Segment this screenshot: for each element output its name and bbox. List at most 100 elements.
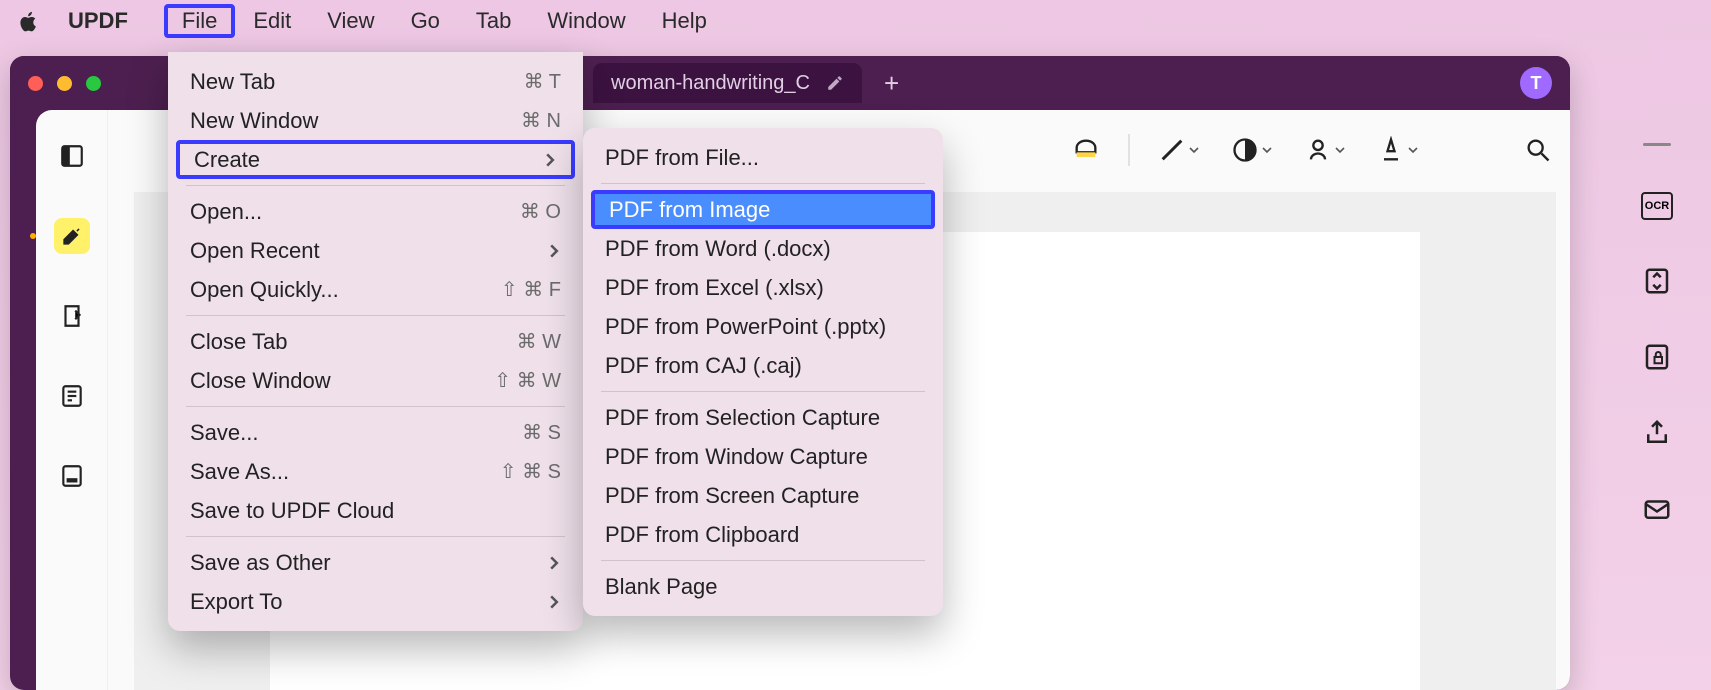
create-submenu-separator xyxy=(601,391,925,392)
file-menu-item[interactable]: New Window⌘ N xyxy=(176,101,575,140)
chevron-right-icon xyxy=(547,556,561,570)
menu-tab[interactable]: Tab xyxy=(458,5,529,37)
create-submenu: PDF from File... PDF from Image PDF from W… xyxy=(583,128,943,616)
menu-item-shortcut: ⌘ O xyxy=(520,199,561,224)
menu-item-label: New Tab xyxy=(190,69,510,95)
create-submenu-item[interactable]: Blank Page xyxy=(591,567,935,606)
file-menu-item[interactable]: Close Window ⇧ ⌘ W xyxy=(176,361,575,400)
menu-help[interactable]: Help xyxy=(644,5,725,37)
file-menu-item[interactable]: Save to UPDF Cloud xyxy=(176,491,575,530)
highlight-color-tool[interactable] xyxy=(1068,132,1104,168)
pages-panel-icon[interactable] xyxy=(54,378,90,414)
file-menu-item[interactable]: New Tab ⌘ T xyxy=(176,62,575,101)
window-controls xyxy=(28,76,101,91)
file-menu-item[interactable]: Open... ⌘ O xyxy=(176,192,575,231)
create-submenu-item[interactable]: PDF from Clipboard xyxy=(591,515,935,554)
menu-window[interactable]: Window xyxy=(529,5,643,37)
menu-item-label: PDF from Selection Capture xyxy=(605,405,921,431)
signature-tool[interactable] xyxy=(1373,132,1422,168)
menu-view[interactable]: View xyxy=(309,5,392,37)
menu-item-label: Close Window xyxy=(190,368,480,394)
menu-item-label: PDF from Screen Capture xyxy=(605,483,921,509)
ocr-button[interactable]: OCR xyxy=(1641,192,1673,220)
new-tab-button[interactable]: + xyxy=(874,68,909,99)
chevron-down-icon xyxy=(1335,145,1345,155)
file-menu-item[interactable]: Save... ⌘ S xyxy=(176,413,575,452)
file-menu-item[interactable]: Create xyxy=(176,140,575,179)
file-menu-item[interactable]: Open Quickly... ⇧ ⌘ F xyxy=(176,270,575,309)
document-tab-title: woman-handwriting_C xyxy=(611,72,810,95)
forms-tool-icon[interactable] xyxy=(54,458,90,494)
create-submenu-item[interactable]: PDF from File... xyxy=(591,138,935,177)
zoom-window-button[interactable] xyxy=(86,76,101,91)
line-tool[interactable] xyxy=(1154,132,1203,168)
opacity-tool[interactable] xyxy=(1227,132,1276,168)
close-window-button[interactable] xyxy=(28,76,43,91)
thumbnails-panel-icon[interactable] xyxy=(54,138,90,174)
menu-edit[interactable]: Edit xyxy=(235,5,309,37)
avatar-initial: T xyxy=(1531,73,1542,94)
create-submenu-item[interactable]: PDF from Excel (.xlsx) xyxy=(591,268,935,307)
create-submenu-item[interactable]: PDF from Window Capture xyxy=(591,437,935,476)
search-button[interactable] xyxy=(1520,132,1556,168)
create-submenu-item[interactable]: PDF from Selection Capture xyxy=(591,398,935,437)
create-submenu-separator xyxy=(601,560,925,561)
chevron-right-icon xyxy=(543,153,557,167)
collapse-rail-icon[interactable] xyxy=(1643,143,1671,146)
convert-button[interactable] xyxy=(1642,266,1672,296)
menu-file[interactable]: File xyxy=(164,4,235,38)
menu-item-label: Open Recent xyxy=(190,238,533,264)
chevron-down-icon xyxy=(1408,145,1418,155)
file-menu-separator xyxy=(186,536,565,537)
highlighter-tool-icon[interactable] xyxy=(54,218,90,254)
menu-item-shortcut: ⇧ ⌘ F xyxy=(501,277,561,302)
chevron-right-icon xyxy=(547,244,561,258)
file-menu-dropdown: New Tab⌘ TNew Window⌘ NCreateOpen...⌘ OO… xyxy=(168,52,583,631)
mail-button[interactable] xyxy=(1642,494,1672,524)
menu-item-shortcut: ⌘ T xyxy=(524,69,561,94)
file-menu-item[interactable]: Open Recent xyxy=(176,231,575,270)
menu-item-label: PDF from PowerPoint (.pptx) xyxy=(605,314,921,340)
menu-item-shortcut: ⌘ S xyxy=(522,420,561,445)
protect-button[interactable] xyxy=(1642,342,1672,372)
menu-item-label: Save... xyxy=(190,420,508,446)
menu-item-label: Blank Page xyxy=(605,574,921,600)
create-submenu-item[interactable]: PDF from CAJ (.caj) xyxy=(591,346,935,385)
menu-item-shortcut: ⇧ ⌘ W xyxy=(494,368,561,393)
file-menu-item[interactable]: Save As... ⇧ ⌘ S xyxy=(176,452,575,491)
menu-item-shortcut: ⇧ ⌘ S xyxy=(500,459,561,484)
file-menu-separator xyxy=(186,406,565,407)
file-menu-item[interactable]: Export To xyxy=(176,582,575,621)
menu-item-label: Save to UPDF Cloud xyxy=(190,498,561,524)
file-menu-item[interactable]: Close Tab⌘ W xyxy=(176,322,575,361)
create-submenu-item[interactable]: PDF from Screen Capture xyxy=(591,476,935,515)
right-rail: OCR xyxy=(1629,143,1685,524)
edit-text-icon[interactable] xyxy=(54,298,90,334)
menu-item-label: PDF from Image xyxy=(609,197,917,223)
document-tab[interactable]: woman-handwriting_C xyxy=(593,63,862,103)
menu-item-label: PDF from Window Capture xyxy=(605,444,921,470)
stamp-tool[interactable] xyxy=(1300,132,1349,168)
menu-item-label: Open Quickly... xyxy=(190,277,487,303)
file-menu-separator xyxy=(186,315,565,316)
toolbar-divider xyxy=(1128,134,1130,166)
apple-logo-icon[interactable] xyxy=(18,10,40,32)
menu-item-label: PDF from File... xyxy=(605,145,921,171)
create-submenu-separator xyxy=(601,183,925,184)
minimize-window-button[interactable] xyxy=(57,76,72,91)
create-submenu-item[interactable]: PDF from Word (.docx) xyxy=(591,229,935,268)
share-button[interactable] xyxy=(1642,418,1672,448)
menu-item-label: Save as Other xyxy=(190,550,533,576)
menu-go[interactable]: Go xyxy=(393,5,458,37)
chevron-down-icon xyxy=(1189,145,1199,155)
app-name[interactable]: UPDF xyxy=(68,8,128,34)
file-menu-item[interactable]: Save as Other xyxy=(176,543,575,582)
menu-item-label: Save As... xyxy=(190,459,486,485)
create-submenu-item[interactable]: PDF from PowerPoint (.pptx) xyxy=(591,307,935,346)
menu-item-label: Open... xyxy=(190,199,506,225)
menu-item-label: Export To xyxy=(190,589,533,615)
user-avatar[interactable]: T xyxy=(1520,67,1552,99)
rename-tab-icon[interactable] xyxy=(826,74,844,92)
ocr-label: OCR xyxy=(1645,200,1669,212)
create-submenu-item[interactable]: PDF from Image xyxy=(591,190,935,229)
